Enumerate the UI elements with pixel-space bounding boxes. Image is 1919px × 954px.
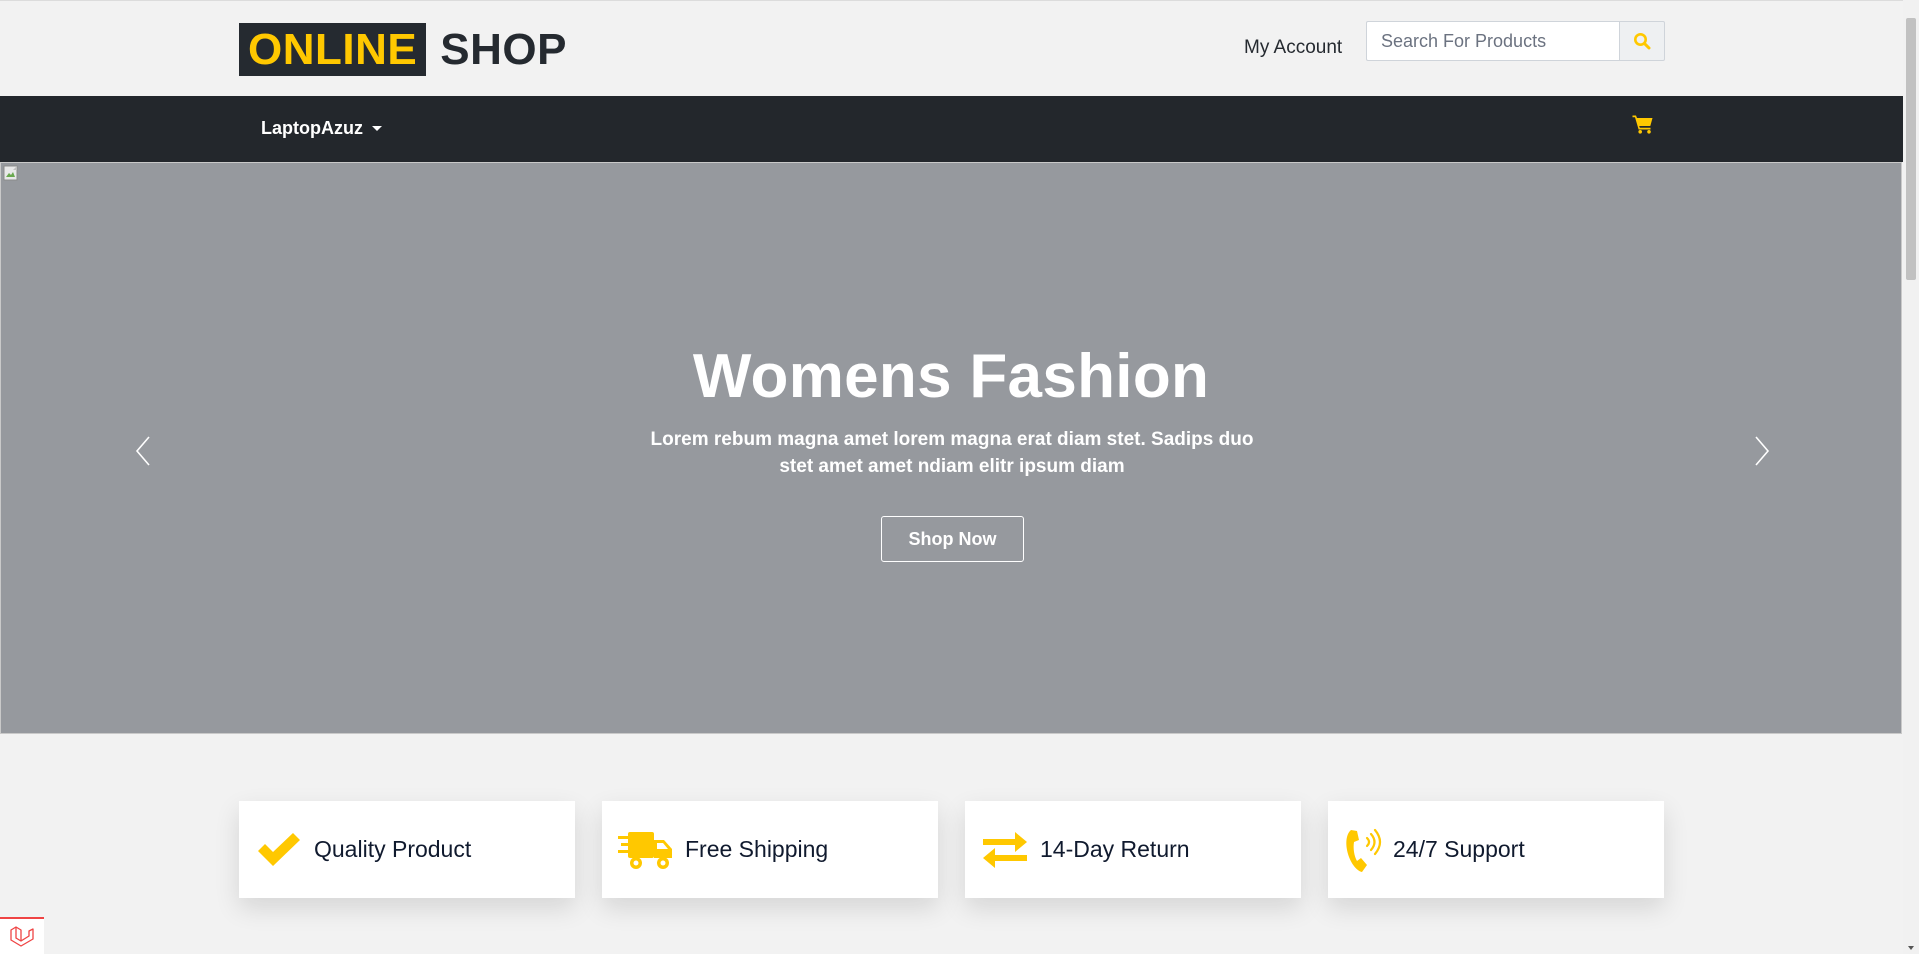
feature-label: Free Shipping [685, 836, 829, 862]
caret-down-icon [371, 126, 382, 131]
logo-highlight: ONLINE [239, 23, 427, 76]
hero-description: Lorem rebum magna amet lorem magna erat … [650, 429, 1254, 477]
scroll-down-arrow-icon[interactable] [1908, 946, 1914, 950]
search-button[interactable] [1619, 21, 1665, 61]
search-icon [1634, 33, 1651, 50]
scrollbar-thumb[interactable] [1906, 18, 1916, 280]
cart-icon [1632, 115, 1653, 134]
my-account-link[interactable]: My Account [1244, 37, 1342, 59]
page-scrollbar[interactable] [1903, 0, 1919, 954]
shipping-truck-icon [617, 825, 675, 875]
hero-title: Womens Fashion [692, 342, 1210, 411]
feature-free-shipping: Free Shipping [602, 801, 938, 898]
broken-image-icon [3, 165, 18, 181]
carousel-next-button[interactable] [1746, 431, 1776, 471]
feature-label: Quality Product [314, 836, 472, 862]
search-form [1366, 21, 1665, 61]
chevron-left-icon [135, 436, 150, 466]
hero-carousel: Womens Fashion Lorem rebum magna amet lo… [0, 162, 1902, 734]
exchange-arrows-icon [980, 825, 1030, 875]
search-input[interactable] [1366, 21, 1619, 61]
main-navbar: LaptopAzuz [0, 96, 1903, 162]
site-header: ONLINE SHOP My Account [0, 0, 1903, 97]
debugbar-toggle[interactable] [0, 917, 44, 954]
feature-24-7-support: 24/7 Support [1328, 801, 1664, 898]
phone-volume-icon [1343, 825, 1383, 875]
feature-quality-product: Quality Product [239, 801, 575, 898]
feature-label: 14-Day Return [1040, 836, 1190, 862]
carousel-prev-button[interactable] [129, 431, 159, 471]
shop-now-button[interactable]: Shop Now [881, 516, 1024, 562]
feature-14-day-return: 14-Day Return [965, 801, 1301, 898]
logo-text: SHOP [440, 25, 567, 74]
chevron-right-icon [1755, 436, 1770, 466]
brand-label: LaptopAzuz [261, 118, 363, 138]
brand-dropdown-toggle[interactable]: LaptopAzuz [261, 118, 382, 139]
laravel-logo-icon [10, 925, 34, 947]
feature-label: 24/7 Support [1393, 836, 1525, 862]
cart-button[interactable] [1632, 114, 1654, 139]
site-logo[interactable]: ONLINE SHOP [239, 23, 567, 76]
check-icon [254, 825, 304, 875]
